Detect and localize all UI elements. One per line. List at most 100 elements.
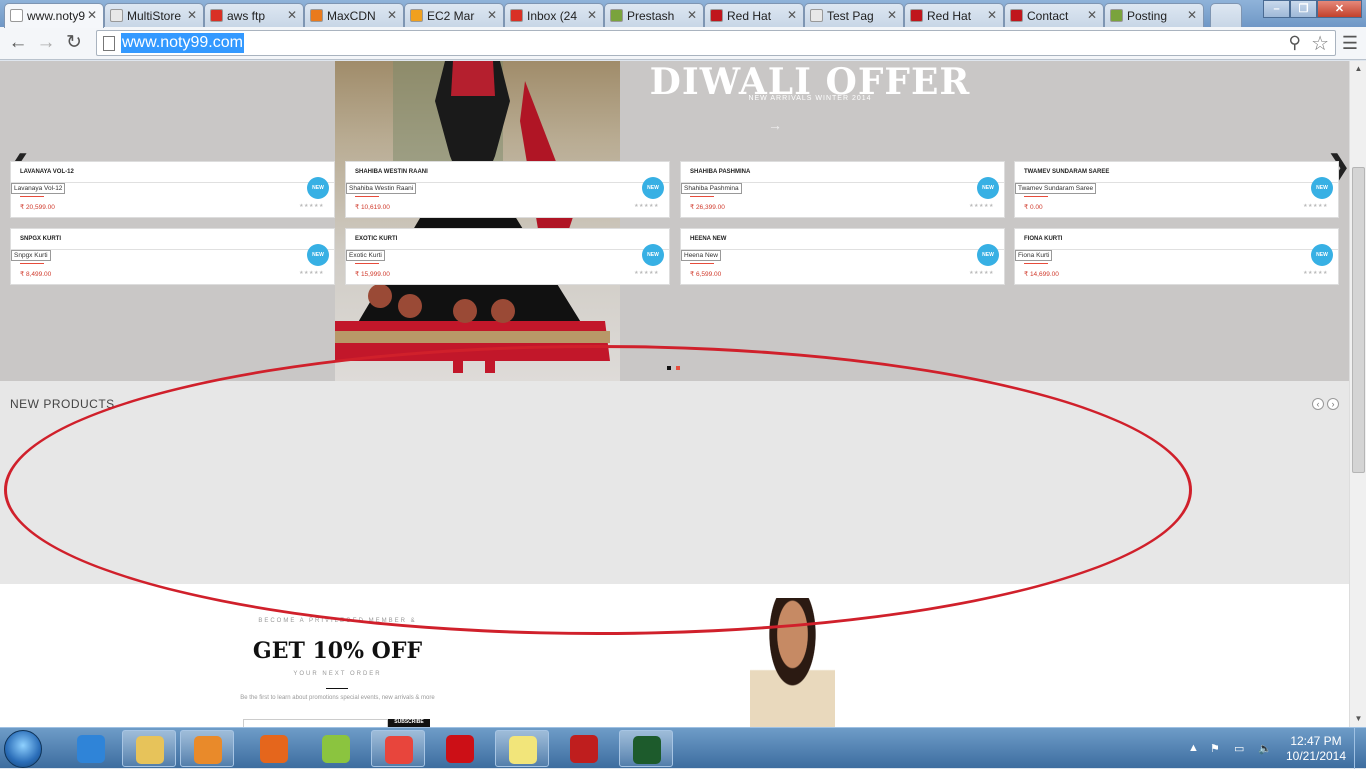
- product-card[interactable]: SNPGX KURTI Snpgx Kurti ₹ 8,499.00 NEW ★★★★★: [10, 228, 335, 285]
- browser-tab[interactable]: Red Hat ✕: [704, 3, 804, 27]
- tab-close-icon[interactable]: ✕: [87, 8, 97, 22]
- new-badge: NEW: [1311, 177, 1333, 199]
- newsletter-email-input[interactable]: [243, 719, 388, 727]
- taskbar-chrome-button[interactable]: [371, 730, 425, 767]
- product-price: ₹ 20,599.00: [20, 204, 55, 211]
- maximize-button[interactable]: ❐: [1290, 0, 1317, 18]
- scroll-up-arrow[interactable]: ▲: [1354, 64, 1363, 73]
- page-icon: [103, 36, 115, 51]
- divider: [355, 196, 379, 197]
- product-name[interactable]: EXOTIC KURTI: [355, 236, 397, 242]
- product-name[interactable]: SHAHIBA PASHMINA: [690, 169, 750, 175]
- taskbar-opera-button[interactable]: [433, 730, 487, 767]
- taskbar-media-player-button[interactable]: [180, 730, 234, 767]
- product-image-alt[interactable]: Exotic Kurti: [346, 250, 385, 261]
- back-button[interactable]: ←: [6, 32, 30, 54]
- tab-close-icon[interactable]: ✕: [487, 8, 497, 22]
- taskbar-picasa-button[interactable]: [309, 730, 363, 767]
- tab-close-icon[interactable]: ✕: [587, 8, 597, 22]
- start-button[interactable]: [4, 730, 42, 768]
- tab-strip: – ❐ ✕ www.noty99.com✕MultiStore✕aws ftp✕…: [0, 0, 1366, 28]
- rating-stars: ★★★★★: [299, 270, 324, 276]
- product-name[interactable]: HEENA NEW: [690, 236, 726, 242]
- scroll-down-arrow[interactable]: ▼: [1354, 714, 1363, 723]
- browser-tab[interactable]: aws ftp ✕: [204, 3, 304, 27]
- slider-dot[interactable]: [667, 366, 671, 370]
- browser-tab[interactable]: Posting ✕: [1104, 3, 1204, 27]
- product-image-alt[interactable]: Lavanaya Vol-12: [11, 183, 66, 194]
- volume-icon[interactable]: 🔈: [1258, 742, 1272, 755]
- product-image-alt[interactable]: Fiona Kurti: [1015, 250, 1053, 261]
- subscribe-button[interactable]: SUBSCRIBE: [388, 719, 430, 727]
- taskbar-file-explorer-button[interactable]: [122, 730, 176, 767]
- product-card[interactable]: TWAMEV SUNDARAM SAREE Twamev Sundaram Sar…: [1014, 161, 1339, 218]
- tab-close-icon[interactable]: ✕: [987, 8, 997, 22]
- taskbar-filezilla-button[interactable]: [557, 730, 611, 767]
- browser-tab[interactable]: Prestash ✕: [604, 3, 704, 27]
- product-card[interactable]: HEENA NEW Heena New ₹ 6,599.00 NEW ★★★★★: [680, 228, 1005, 285]
- tab-close-icon[interactable]: ✕: [887, 8, 897, 22]
- system-clock[interactable]: 12:47 PM 10/21/2014: [1285, 734, 1347, 764]
- taskbar-internet-explorer-button[interactable]: [64, 730, 118, 767]
- close-window-button[interactable]: ✕: [1317, 0, 1362, 18]
- browser-tab[interactable]: MultiStore ✕: [104, 3, 204, 27]
- window-controls: – ❐ ✕: [1263, 0, 1362, 18]
- browser-tab[interactable]: Contact ✕: [1004, 3, 1104, 27]
- tab-close-icon[interactable]: ✕: [1087, 8, 1097, 22]
- product-image-alt[interactable]: Shahiba Pashmina: [681, 183, 742, 194]
- product-name[interactable]: TWAMEV SUNDARAM SAREE: [1024, 169, 1109, 175]
- forward-button[interactable]: →: [34, 32, 58, 54]
- product-image-alt[interactable]: Heena New: [681, 250, 721, 261]
- tab-close-icon[interactable]: ✕: [1187, 8, 1197, 22]
- scroll-thumb[interactable]: [1352, 167, 1365, 473]
- product-card[interactable]: SHAHIBA PASHMINA Shahiba Pashmina ₹ 26,399…: [680, 161, 1005, 218]
- product-image-alt[interactable]: Shahiba Westin Raani: [346, 183, 417, 194]
- browser-tab[interactable]: Red Hat ✕: [904, 3, 1004, 27]
- offer-arrow-icon[interactable]: →: [768, 117, 782, 133]
- product-card[interactable]: SHAHIBA WESTIN RAANI Shahiba Westin Raani…: [345, 161, 670, 218]
- new-tab-button[interactable]: [1210, 3, 1242, 27]
- browser-tab[interactable]: EC2 Mar ✕: [404, 3, 504, 27]
- taskbar-firefox-button[interactable]: [247, 730, 301, 767]
- product-image-alt[interactable]: Twamev Sundaram Saree: [1015, 183, 1097, 194]
- tab-close-icon[interactable]: ✕: [687, 8, 697, 22]
- action-center-icon[interactable]: ⚑: [1210, 742, 1220, 755]
- show-desktop-button[interactable]: [1354, 728, 1366, 769]
- product-name[interactable]: SNPGX KURTI: [20, 236, 61, 242]
- reload-button[interactable]: ↻: [62, 32, 86, 54]
- browser-tab[interactable]: Inbox (24 ✕: [504, 3, 604, 27]
- product-card[interactable]: FIONA KURTI Fiona Kurti ₹ 14,699.00 NEW ★★★★…: [1014, 228, 1339, 285]
- zoom-icon[interactable]: ⚲: [1289, 33, 1301, 53]
- slider-dot[interactable]: [676, 366, 680, 370]
- bookmark-star-icon[interactable]: ☆: [1311, 31, 1329, 56]
- tab-close-icon[interactable]: ✕: [287, 8, 297, 22]
- rating-stars: ★★★★★: [299, 203, 324, 209]
- rating-stars: ★★★★★: [634, 270, 659, 276]
- products-next-button[interactable]: ›: [1327, 398, 1339, 410]
- tab-close-icon[interactable]: ✕: [387, 8, 397, 22]
- tab-close-icon[interactable]: ✕: [787, 8, 797, 22]
- product-price: ₹ 8,499.00: [20, 271, 52, 278]
- product-name[interactable]: FIONA KURTI: [1024, 236, 1062, 242]
- page-scrollbar[interactable]: ▲ ▼: [1349, 61, 1366, 727]
- product-name[interactable]: LAVANAYA VOL-12: [20, 169, 74, 175]
- product-image-alt[interactable]: Snpgx Kurti: [11, 250, 51, 261]
- address-bar[interactable]: www.noty99.com ⚲ ☆: [96, 30, 1336, 56]
- product-card[interactable]: EXOTIC KURTI Exotic Kurti ₹ 15,999.00 NEW ★★…: [345, 228, 670, 285]
- tray-expand-icon[interactable]: ▲: [1188, 742, 1199, 754]
- tab-title: EC2 Mar: [427, 9, 475, 23]
- product-card[interactable]: LAVANAYA VOL-12 Lavanaya Vol-12 ₹ 20,599.0…: [10, 161, 335, 218]
- url-text[interactable]: www.noty99.com: [121, 33, 244, 53]
- product-name[interactable]: SHAHIBA WESTIN RAANI: [355, 169, 428, 175]
- browser-tab[interactable]: MaxCDN ✕: [304, 3, 404, 27]
- rating-stars: ★★★★★: [1303, 203, 1328, 209]
- chrome-menu-icon[interactable]: ☰: [1342, 33, 1358, 54]
- network-icon[interactable]: ▭: [1234, 742, 1244, 755]
- products-prev-button[interactable]: ‹: [1312, 398, 1324, 410]
- tab-close-icon[interactable]: ✕: [187, 8, 197, 22]
- taskbar-dreamweaver-button[interactable]: [619, 730, 673, 767]
- browser-tab[interactable]: Test Pag ✕: [804, 3, 904, 27]
- minimize-button[interactable]: –: [1263, 0, 1290, 18]
- taskbar-sticky-notes-button[interactable]: [495, 730, 549, 767]
- browser-tab[interactable]: www.noty99.com✕: [4, 3, 104, 28]
